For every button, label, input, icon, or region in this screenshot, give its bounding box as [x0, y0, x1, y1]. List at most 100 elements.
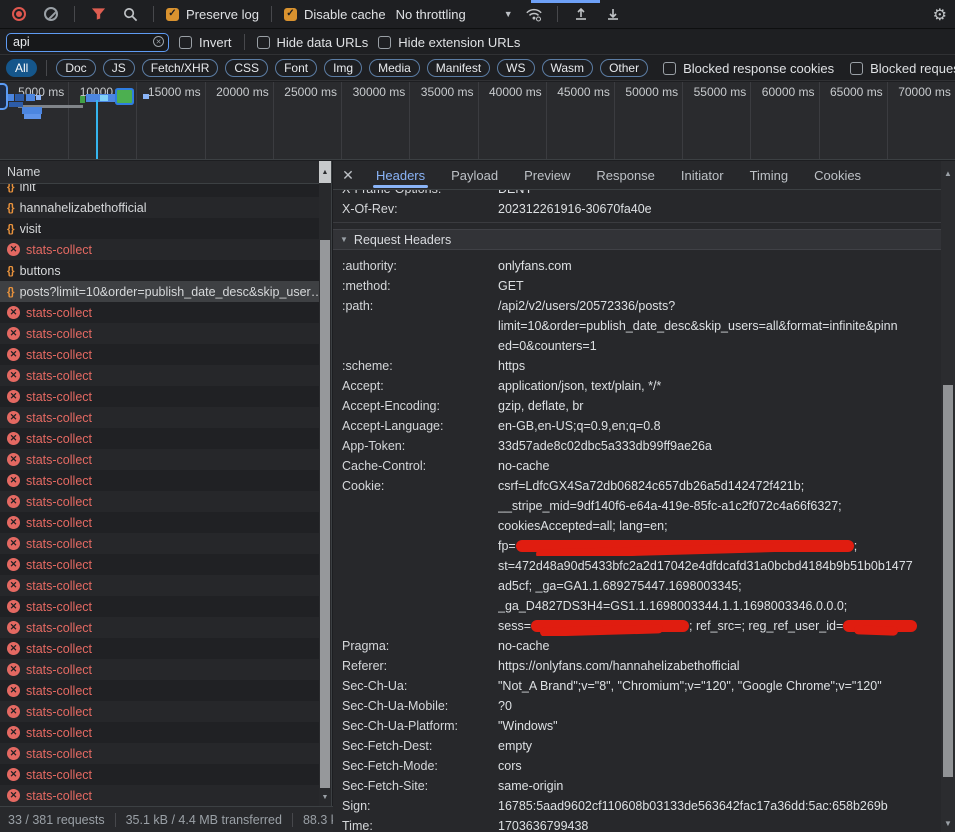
checkbox-blocked-response-cookies[interactable]: Blocked response cookies — [663, 61, 834, 76]
filter-chip-ws[interactable]: WS — [497, 59, 534, 77]
table-row[interactable]: ✕stats-collect — [0, 764, 320, 785]
header-value-line: GET — [498, 276, 941, 296]
checkbox-blocked-requests[interactable]: Blocked requests — [850, 61, 955, 76]
disable-cache-checkbox[interactable]: ✓ Disable cache — [284, 7, 386, 22]
table-row[interactable]: ✕stats-collect — [0, 722, 320, 743]
request-headers-section-header[interactable]: ▼Request Headers — [333, 229, 941, 250]
checkbox-label: Blocked response cookies — [683, 61, 834, 76]
tab-cookies[interactable]: Cookies — [801, 161, 874, 190]
headers-viewport[interactable]: X-Frame-Options:DENYX-Of-Rev:20231226191… — [333, 190, 941, 832]
tab-timing[interactable]: Timing — [737, 161, 802, 190]
filter-chip-wasm[interactable]: Wasm — [542, 59, 594, 77]
table-row[interactable]: ✕stats-collect — [0, 743, 320, 764]
table-row[interactable]: ✕stats-collect — [0, 533, 320, 554]
export-har-button[interactable] — [602, 3, 624, 25]
header-value-line: /api2/v2/users/20572336/posts? — [498, 296, 941, 316]
overview-drag-handle[interactable] — [0, 83, 8, 110]
table-row[interactable]: {}posts?limit=10&order=publish_date_desc… — [0, 281, 320, 302]
table-row[interactable]: ✕stats-collect — [0, 344, 320, 365]
preserve-log-checkbox[interactable]: ✓ Preserve log — [166, 7, 259, 22]
tab-preview[interactable]: Preview — [511, 161, 583, 190]
filter-input[interactable]: api ✕ — [6, 33, 169, 52]
filter-chip-media[interactable]: Media — [369, 59, 420, 77]
header-name: X-Frame-Options: — [333, 190, 498, 199]
filter-chip-other[interactable]: Other — [600, 59, 648, 77]
table-row[interactable]: ✕stats-collect — [0, 596, 320, 617]
search-button[interactable] — [119, 3, 141, 25]
table-row[interactable]: ✕stats-collect — [0, 617, 320, 638]
filter-chip-all[interactable]: All — [6, 59, 37, 77]
name-column-header[interactable]: Name — [0, 161, 332, 184]
hide-extension-urls-checkbox[interactable]: Hide extension URLs — [378, 35, 520, 50]
throttling-select[interactable]: No throttling ▼ — [396, 7, 513, 22]
filter-chip-fetch-xhr[interactable]: Fetch/XHR — [142, 59, 219, 77]
table-row[interactable]: ✕stats-collect — [0, 239, 320, 260]
tab-initiator[interactable]: Initiator — [668, 161, 737, 190]
settings-gear-icon[interactable]: ⚙ — [933, 5, 947, 25]
scroll-up-icon[interactable]: ▲ — [319, 161, 331, 183]
network-conditions-button[interactable] — [523, 3, 545, 25]
table-row[interactable]: {}init — [0, 184, 320, 197]
scrollbar-thumb[interactable] — [320, 240, 330, 788]
filter-chip-css[interactable]: CSS — [225, 59, 268, 77]
table-row[interactable]: ✕stats-collect — [0, 575, 320, 596]
filter-chip-img[interactable]: Img — [324, 59, 362, 77]
table-row[interactable]: ✕stats-collect — [0, 428, 320, 449]
table-row[interactable]: ✕stats-collect — [0, 701, 320, 722]
tab-headers[interactable]: Headers — [363, 161, 438, 190]
request-name: stats-collect — [26, 747, 92, 761]
clear-filter-icon[interactable]: ✕ — [153, 36, 164, 47]
hide-data-urls-checkbox[interactable]: Hide data URLs — [257, 35, 369, 50]
request-list-scrollbar[interactable]: ▲ ▼ — [319, 161, 331, 806]
table-row[interactable]: ✕stats-collect — [0, 659, 320, 680]
filter-chip-doc[interactable]: Doc — [56, 59, 95, 77]
filter-chip-manifest[interactable]: Manifest — [427, 59, 490, 77]
table-row[interactable]: ✕stats-collect — [0, 470, 320, 491]
table-row[interactable]: ✕stats-collect — [0, 302, 320, 323]
header-value-line: same-origin — [498, 776, 941, 796]
invert-checkbox[interactable]: Invert — [179, 35, 232, 50]
table-row[interactable]: ✕stats-collect — [0, 449, 320, 470]
tab-response[interactable]: Response — [583, 161, 668, 190]
table-row[interactable]: ✕stats-collect — [0, 491, 320, 512]
table-row[interactable]: ✕stats-collect — [0, 323, 320, 344]
header-value-line: onlyfans.com — [498, 256, 941, 276]
fetch-xhr-icon: {} — [7, 223, 14, 235]
scroll-up-icon[interactable]: ▲ — [941, 169, 955, 178]
table-row[interactable]: ✕stats-collect — [0, 512, 320, 533]
table-row[interactable]: {}buttons — [0, 260, 320, 281]
close-icon[interactable]: ✕ — [333, 167, 363, 184]
import-har-button[interactable] — [570, 3, 592, 25]
request-name: stats-collect — [26, 726, 92, 740]
header-value: DENY — [498, 190, 941, 199]
request-name: stats-collect — [26, 768, 92, 782]
tab-payload[interactable]: Payload — [438, 161, 511, 190]
detail-scrollbar[interactable]: ▲ ▼ — [941, 161, 955, 832]
scrollbar-thumb[interactable] — [943, 385, 953, 777]
filter-toggle-button[interactable] — [87, 3, 109, 25]
divider — [74, 6, 75, 22]
request-name: stats-collect — [26, 474, 92, 488]
table-row[interactable]: ✕stats-collect — [0, 680, 320, 701]
table-row[interactable]: ✕stats-collect — [0, 365, 320, 386]
header-value-line: fp=; — [498, 536, 941, 556]
table-row[interactable]: ✕stats-collect — [0, 407, 320, 428]
scroll-down-icon[interactable]: ▼ — [941, 819, 955, 828]
header-value-line: no-cache — [498, 456, 941, 476]
scroll-down-icon[interactable]: ▼ — [319, 788, 331, 806]
header-row: Sec-Ch-Ua-Platform:"Windows" — [333, 716, 941, 736]
table-row[interactable]: {}visit — [0, 218, 320, 239]
clear-button[interactable] — [40, 3, 62, 25]
record-button[interactable] — [8, 3, 30, 25]
table-row[interactable]: ✕stats-collect — [0, 554, 320, 575]
filter-chip-font[interactable]: Font — [275, 59, 317, 77]
table-row[interactable]: {}hannahelizabethofficial — [0, 197, 320, 218]
request-name: stats-collect — [26, 369, 92, 383]
failed-request-icon: ✕ — [7, 789, 20, 802]
table-row[interactable]: ✕stats-collect — [0, 638, 320, 659]
table-row[interactable]: ✕stats-collect — [0, 386, 320, 407]
network-overview-timeline[interactable]: 5000 ms10000 ms15000 ms20000 ms25000 ms3… — [0, 82, 955, 160]
table-row[interactable]: ✕stats-collect — [0, 785, 320, 806]
header-value: https://onlyfans.com/hannahelizabethoffi… — [498, 656, 941, 676]
filter-chip-js[interactable]: JS — [103, 59, 135, 77]
